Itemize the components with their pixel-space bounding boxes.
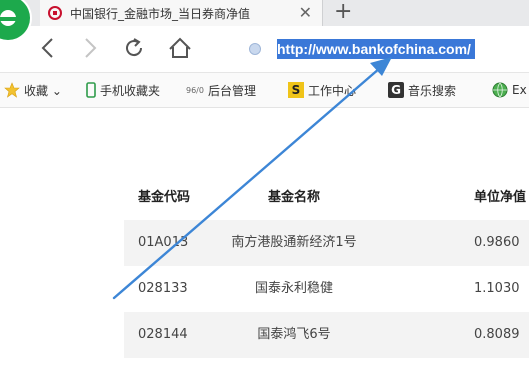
url-text[interactable]: http://www.bankofchina.com/	[277, 39, 475, 59]
fund-name[interactable]: 国泰鸿飞6号	[124, 312, 464, 358]
unit-nav: 0.8089	[474, 327, 520, 342]
globe-icon	[492, 82, 508, 98]
bookmark-label: 收藏 ⌄	[24, 83, 62, 98]
browser-tab[interactable]: 中国银行_金融市场_当日券商净值 ✕	[40, 0, 323, 26]
tab-strip: 中国银行_金融市场_当日券商净值 ✕ +	[0, 0, 529, 26]
bookmark-work-center[interactable]: S 工作中心	[288, 73, 356, 107]
table-row: 01A013 南方港股通新经济1号 0.9860	[124, 220, 529, 266]
bookmark-favorites[interactable]: 收藏 ⌄	[4, 73, 62, 107]
fund-name[interactable]: 南方港股通新经济1号	[124, 220, 464, 266]
forward-button[interactable]	[76, 34, 104, 62]
g-icon: G	[388, 82, 404, 98]
unit-nav: 0.9860	[474, 235, 520, 250]
bookmarks-bar: 收藏 ⌄ 手机收藏夹 96/0 后台管理 S 工作中心 G 音乐搜索 Ex	[0, 73, 529, 108]
new-tab-button[interactable]: +	[334, 0, 352, 26]
bookmark-admin[interactable]: 96/0 后台管理	[186, 73, 256, 107]
unit-nav: 1.1030	[474, 281, 520, 296]
navigation-toolbar: http://www.bankofchina.com/	[0, 26, 529, 73]
bookmark-label: 音乐搜索	[408, 83, 457, 98]
back-arrow-icon	[41, 38, 53, 58]
bookmark-label: 手机收藏夹	[100, 83, 161, 98]
fund-name[interactable]: 国泰永利稳健	[124, 266, 464, 312]
bookmark-ex[interactable]: Ex	[492, 73, 527, 107]
table-header-row: 基金代码 基金名称 单位净值	[124, 176, 529, 220]
header-unit-nav: 单位净值	[474, 190, 527, 205]
star-icon	[4, 82, 20, 98]
site-security-icon	[249, 43, 261, 55]
bookmark-mobile-favorites[interactable]: 手机收藏夹	[86, 73, 160, 107]
bank-of-china-favicon-icon	[48, 6, 62, 20]
back-button[interactable]	[34, 34, 62, 62]
bookmark-label: 工作中心	[308, 83, 357, 98]
reload-icon	[126, 38, 143, 57]
home-button[interactable]	[166, 34, 194, 62]
tab-title: 中国银行_金融市场_当日券商净值	[70, 6, 251, 21]
bookmark-music-search[interactable]: G 音乐搜索	[388, 73, 456, 107]
address-bar[interactable]: http://www.bankofchina.com/	[243, 34, 529, 64]
bookmark-label: Ex	[512, 83, 527, 97]
table-row: 028133 国泰永利稳健 1.1030	[124, 266, 529, 312]
fund-table: 基金代码 基金名称 单位净值 01A013 南方港股通新经济1号 0.9860 …	[124, 176, 529, 358]
header-fund-name: 基金名称	[267, 190, 320, 205]
close-tab-icon[interactable]: ✕	[299, 3, 312, 23]
table-row: 028144 国泰鸿飞6号 0.8089	[124, 312, 529, 358]
admin-icon: 96/0	[186, 85, 204, 95]
reload-button[interactable]	[120, 34, 148, 62]
s-icon: S	[288, 82, 304, 98]
home-icon	[169, 37, 191, 58]
forward-arrow-icon	[85, 38, 97, 58]
bookmark-label: 后台管理	[207, 83, 256, 98]
phone-icon	[86, 82, 96, 98]
